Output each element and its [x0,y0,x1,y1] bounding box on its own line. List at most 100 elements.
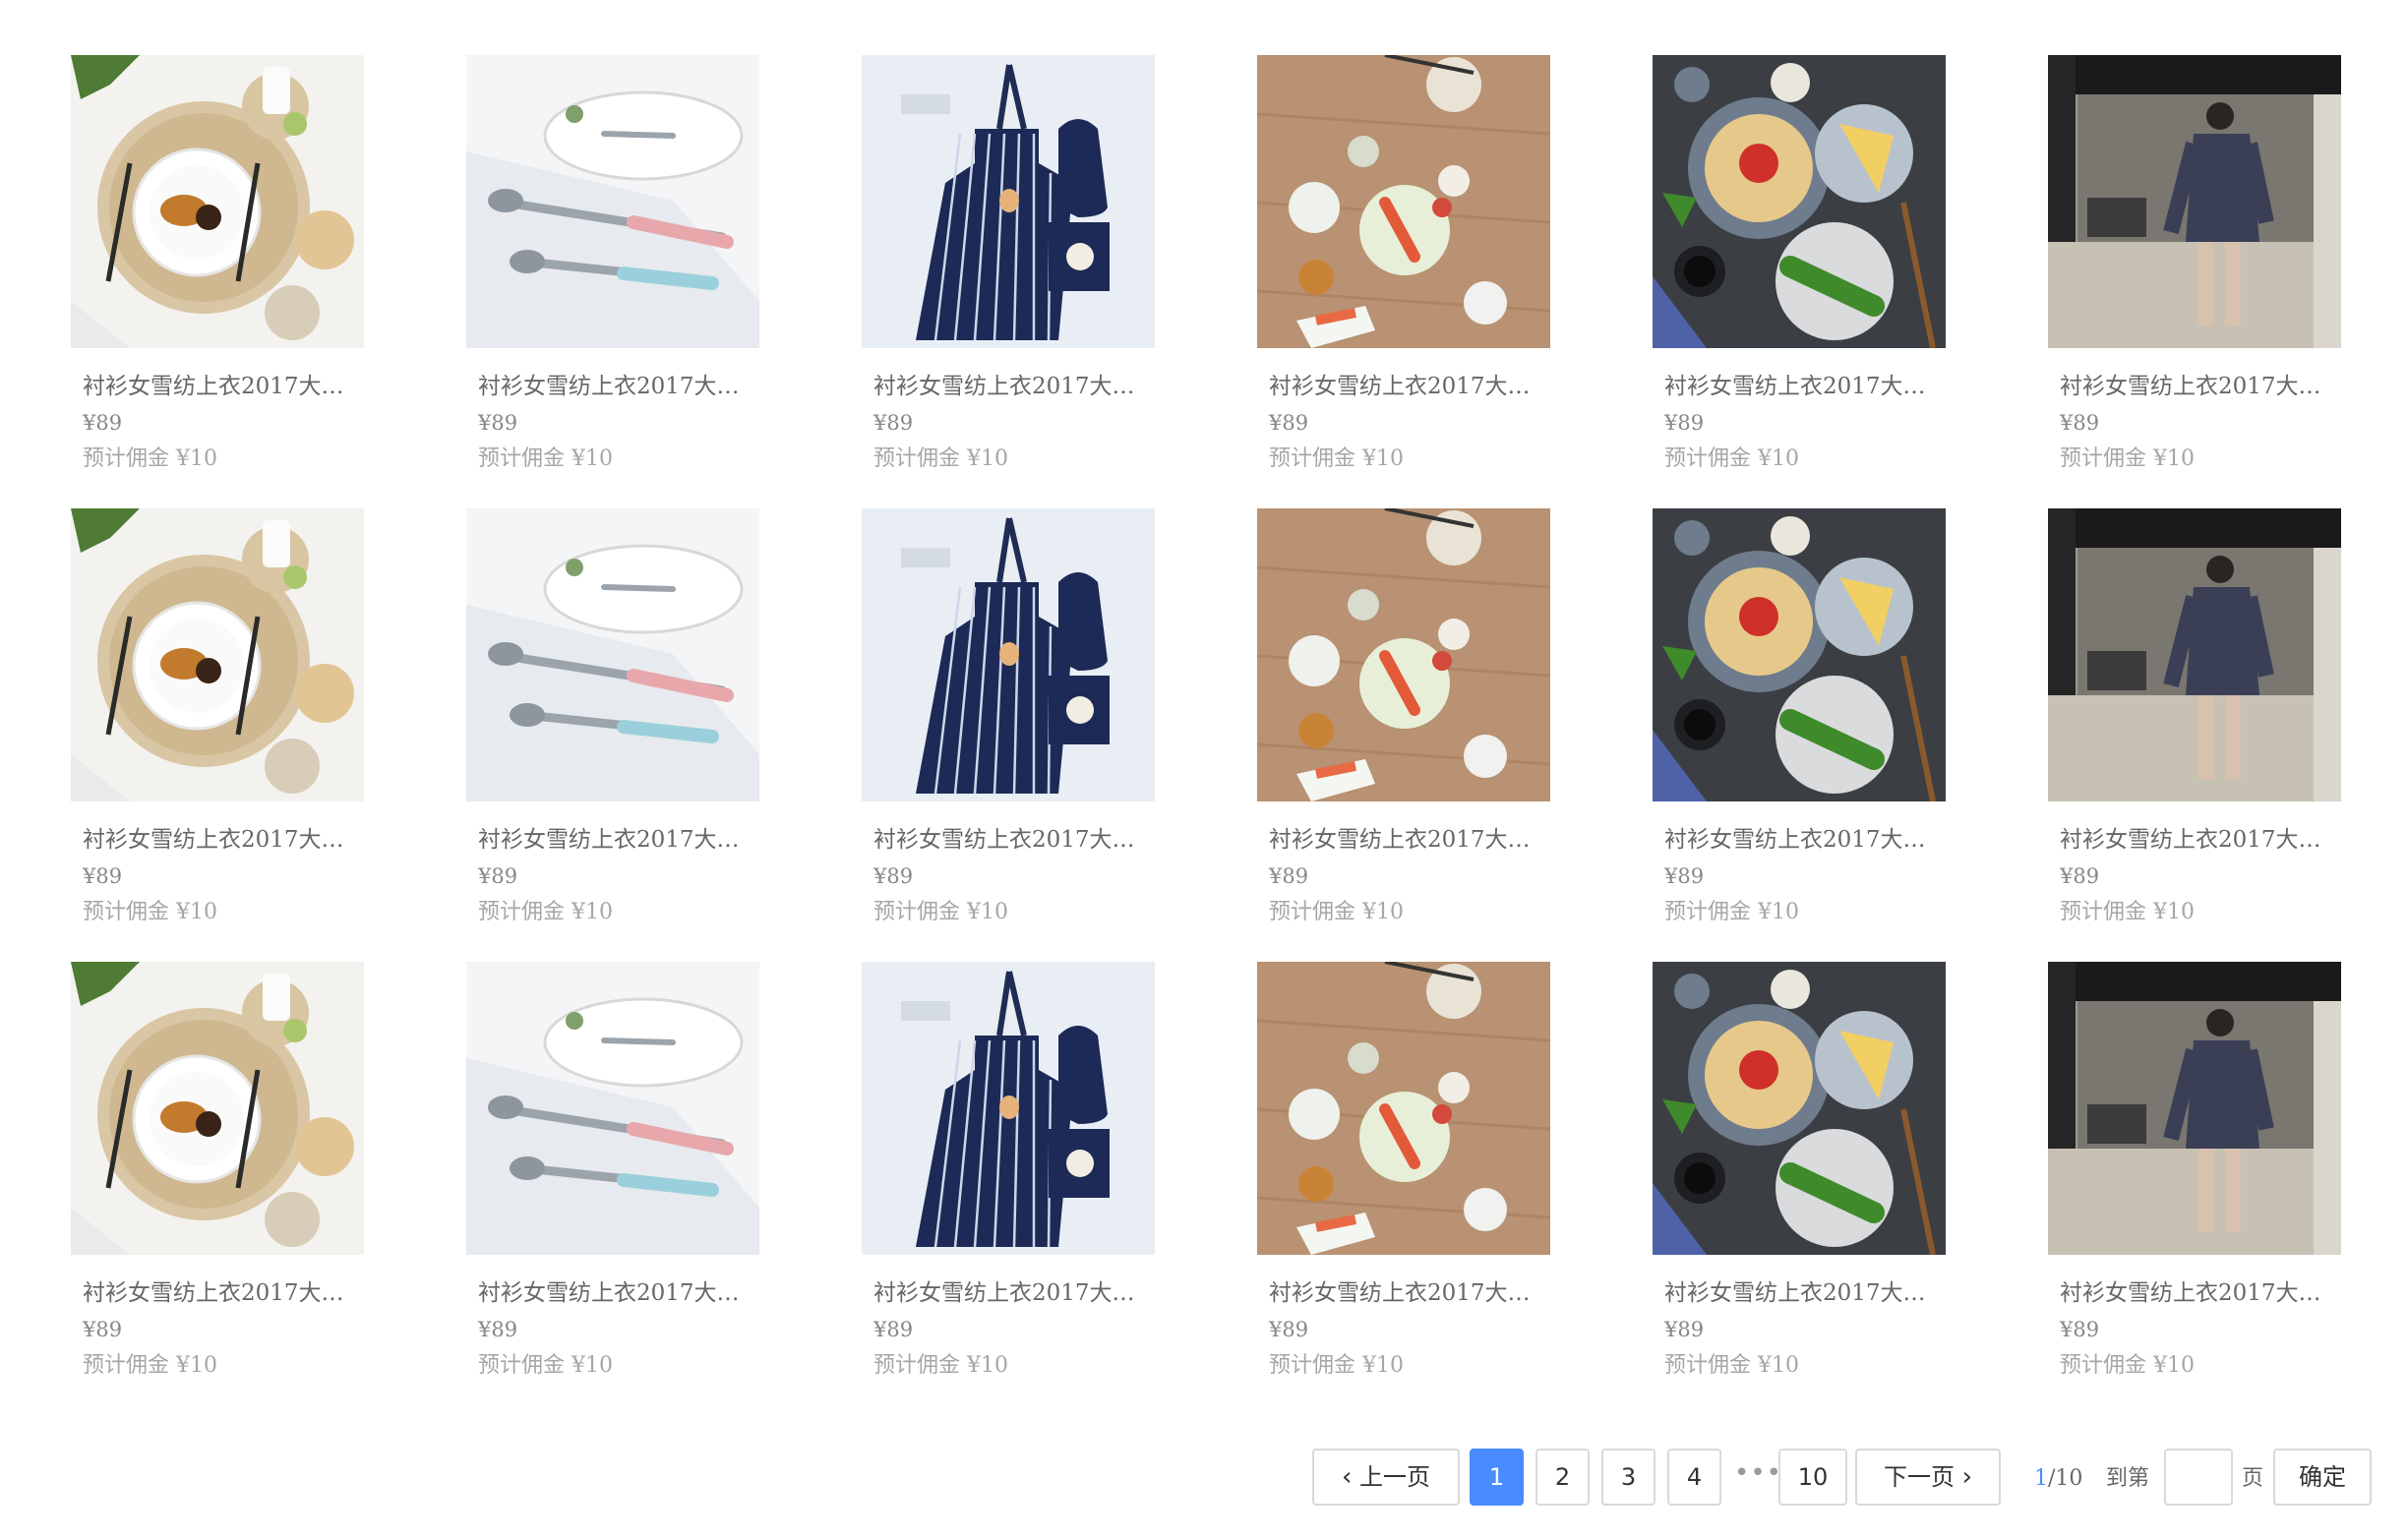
product-card[interactable]: 衬衫女雪纺上衣2017大… ¥89 预计佣金 ¥10 [862,962,1186,1394]
product-card[interactable]: 衬衫女雪纺上衣2017大… ¥89 预计佣金 ¥10 [1653,508,1977,941]
product-price: ¥89 [83,1318,123,1341]
page-button-10[interactable]: 10 [1778,1449,1847,1506]
product-card[interactable]: 衬衫女雪纺上衣2017大… ¥89 预计佣金 ¥10 [71,962,395,1394]
product-name[interactable]: 衬衫女雪纺上衣2017大… [478,1278,773,1308]
product-name[interactable]: 衬衫女雪纺上衣2017大… [1664,825,1959,855]
product-name[interactable]: 衬衫女雪纺上衣2017大… [873,1278,1169,1308]
product-card[interactable]: 衬衫女雪纺上衣2017大… ¥89 预计佣金 ¥10 [862,55,1186,488]
product-card[interactable]: 衬衫女雪纺上衣2017大… ¥89 预计佣金 ¥10 [2048,962,2373,1394]
product-card[interactable]: 衬衫女雪纺上衣2017大… ¥89 预计佣金 ¥10 [71,508,395,941]
product-price: ¥89 [873,1318,914,1341]
product-name[interactable]: 衬衫女雪纺上衣2017大… [1269,372,1564,401]
product-image[interactable] [1653,55,1946,348]
product-price: ¥89 [873,411,914,435]
product-image[interactable] [1257,55,1550,348]
next-page-button[interactable]: 下一页 › [1855,1449,2001,1506]
product-name[interactable]: 衬衫女雪纺上衣2017大… [873,372,1169,401]
product-card[interactable]: 衬衫女雪纺上衣2017大… ¥89 预计佣金 ¥10 [1257,962,1582,1394]
product-price: ¥89 [83,411,123,435]
product-image[interactable] [2048,508,2341,801]
product-name[interactable]: 衬衫女雪纺上衣2017大… [2060,825,2355,855]
product-price: ¥89 [478,1318,518,1341]
product-commission: 预计佣金 ¥10 [2060,446,2195,471]
product-price: ¥89 [1664,864,1705,888]
product-image[interactable] [466,962,759,1255]
product-commission: 预计佣金 ¥10 [2060,1353,2195,1378]
goto-page-input[interactable] [2164,1449,2233,1506]
product-commission: 预计佣金 ¥10 [478,1353,613,1378]
product-price: ¥89 [2060,864,2100,888]
product-name[interactable]: 衬衫女雪纺上衣2017大… [478,372,773,401]
product-commission: 预计佣金 ¥10 [83,900,217,924]
product-name[interactable]: 衬衫女雪纺上衣2017大… [83,1278,378,1308]
product-commission: 预计佣金 ¥10 [1269,446,1404,471]
product-price: ¥89 [478,864,518,888]
page-button-4[interactable]: 4 [1667,1449,1721,1506]
product-image[interactable] [71,508,364,801]
total-pages: /10 [2048,1466,2083,1491]
product-price: ¥89 [2060,411,2100,435]
next-page-label: 下一页 [1883,1463,1955,1491]
product-name[interactable]: 衬衫女雪纺上衣2017大… [1269,825,1564,855]
product-name[interactable]: 衬衫女雪纺上衣2017大… [1664,372,1959,401]
product-price: ¥89 [2060,1318,2100,1341]
product-price: ¥89 [1269,864,1309,888]
product-commission: 预计佣金 ¥10 [478,446,613,471]
chevron-right-icon: › [1961,1462,1973,1492]
product-name[interactable]: 衬衫女雪纺上衣2017大… [2060,372,2355,401]
product-commission: 预计佣金 ¥10 [1664,900,1799,924]
product-card[interactable]: 衬衫女雪纺上衣2017大… ¥89 预计佣金 ¥10 [466,55,791,488]
chevron-left-icon: ‹ [1341,1462,1353,1492]
product-name[interactable]: 衬衫女雪纺上衣2017大… [83,825,378,855]
product-commission: 预计佣金 ¥10 [873,446,1008,471]
product-name[interactable]: 衬衫女雪纺上衣2017大… [1664,1278,1959,1308]
product-price: ¥89 [1269,411,1309,435]
product-name[interactable]: 衬衫女雪纺上衣2017大… [873,825,1169,855]
product-card[interactable]: 衬衫女雪纺上衣2017大… ¥89 预计佣金 ¥10 [1257,508,1582,941]
product-commission: 预计佣金 ¥10 [1269,1353,1404,1378]
product-image[interactable] [1653,962,1946,1255]
product-price: ¥89 [83,864,123,888]
product-image[interactable] [1653,508,1946,801]
product-card[interactable]: 衬衫女雪纺上衣2017大… ¥89 预计佣金 ¥10 [466,508,791,941]
page-button-2[interactable]: 2 [1535,1449,1590,1506]
goto-label: 到第 [2106,1466,2150,1491]
product-name[interactable]: 衬衫女雪纺上衣2017大… [2060,1278,2355,1308]
product-name[interactable]: 衬衫女雪纺上衣2017大… [1269,1278,1564,1308]
product-commission: 预计佣金 ¥10 [83,446,217,471]
product-image[interactable] [1257,508,1550,801]
product-image[interactable] [71,55,364,348]
product-commission: 预计佣金 ¥10 [1664,446,1799,471]
product-commission: 预计佣金 ¥10 [2060,900,2195,924]
product-image[interactable] [862,508,1155,801]
product-card[interactable]: 衬衫女雪纺上衣2017大… ¥89 预计佣金 ¥10 [1653,962,1977,1394]
product-card[interactable]: 衬衫女雪纺上衣2017大… ¥89 预计佣金 ¥10 [862,508,1186,941]
product-price: ¥89 [478,411,518,435]
product-image[interactable] [1257,962,1550,1255]
product-name[interactable]: 衬衫女雪纺上衣2017大… [83,372,378,401]
product-image[interactable] [862,962,1155,1255]
page-button-1[interactable]: 1 [1470,1449,1524,1506]
product-image[interactable] [2048,962,2341,1255]
product-commission: 预计佣金 ¥10 [478,900,613,924]
product-card[interactable]: 衬衫女雪纺上衣2017大… ¥89 预计佣金 ¥10 [71,55,395,488]
product-price: ¥89 [1269,1318,1309,1341]
product-commission: 预计佣金 ¥10 [873,900,1008,924]
product-card[interactable]: 衬衫女雪纺上衣2017大… ¥89 预计佣金 ¥10 [2048,55,2373,488]
product-card[interactable]: 衬衫女雪纺上衣2017大… ¥89 预计佣金 ¥10 [1257,55,1582,488]
goto-confirm-button[interactable]: 确定 [2273,1449,2372,1506]
product-card[interactable]: 衬衫女雪纺上衣2017大… ¥89 预计佣金 ¥10 [2048,508,2373,941]
product-card[interactable]: 衬衫女雪纺上衣2017大… ¥89 预计佣金 ¥10 [1653,55,1977,488]
product-image[interactable] [2048,55,2341,348]
product-price: ¥89 [1664,1318,1705,1341]
product-name[interactable]: 衬衫女雪纺上衣2017大… [478,825,773,855]
page-button-3[interactable]: 3 [1601,1449,1656,1506]
product-price: ¥89 [873,864,914,888]
product-image[interactable] [466,55,759,348]
product-image[interactable] [862,55,1155,348]
product-image[interactable] [466,508,759,801]
prev-page-button[interactable]: ‹ 上一页 [1312,1449,1460,1506]
prev-page-label: 上一页 [1359,1463,1431,1491]
product-card[interactable]: 衬衫女雪纺上衣2017大… ¥89 预计佣金 ¥10 [466,962,791,1394]
product-image[interactable] [71,962,364,1255]
